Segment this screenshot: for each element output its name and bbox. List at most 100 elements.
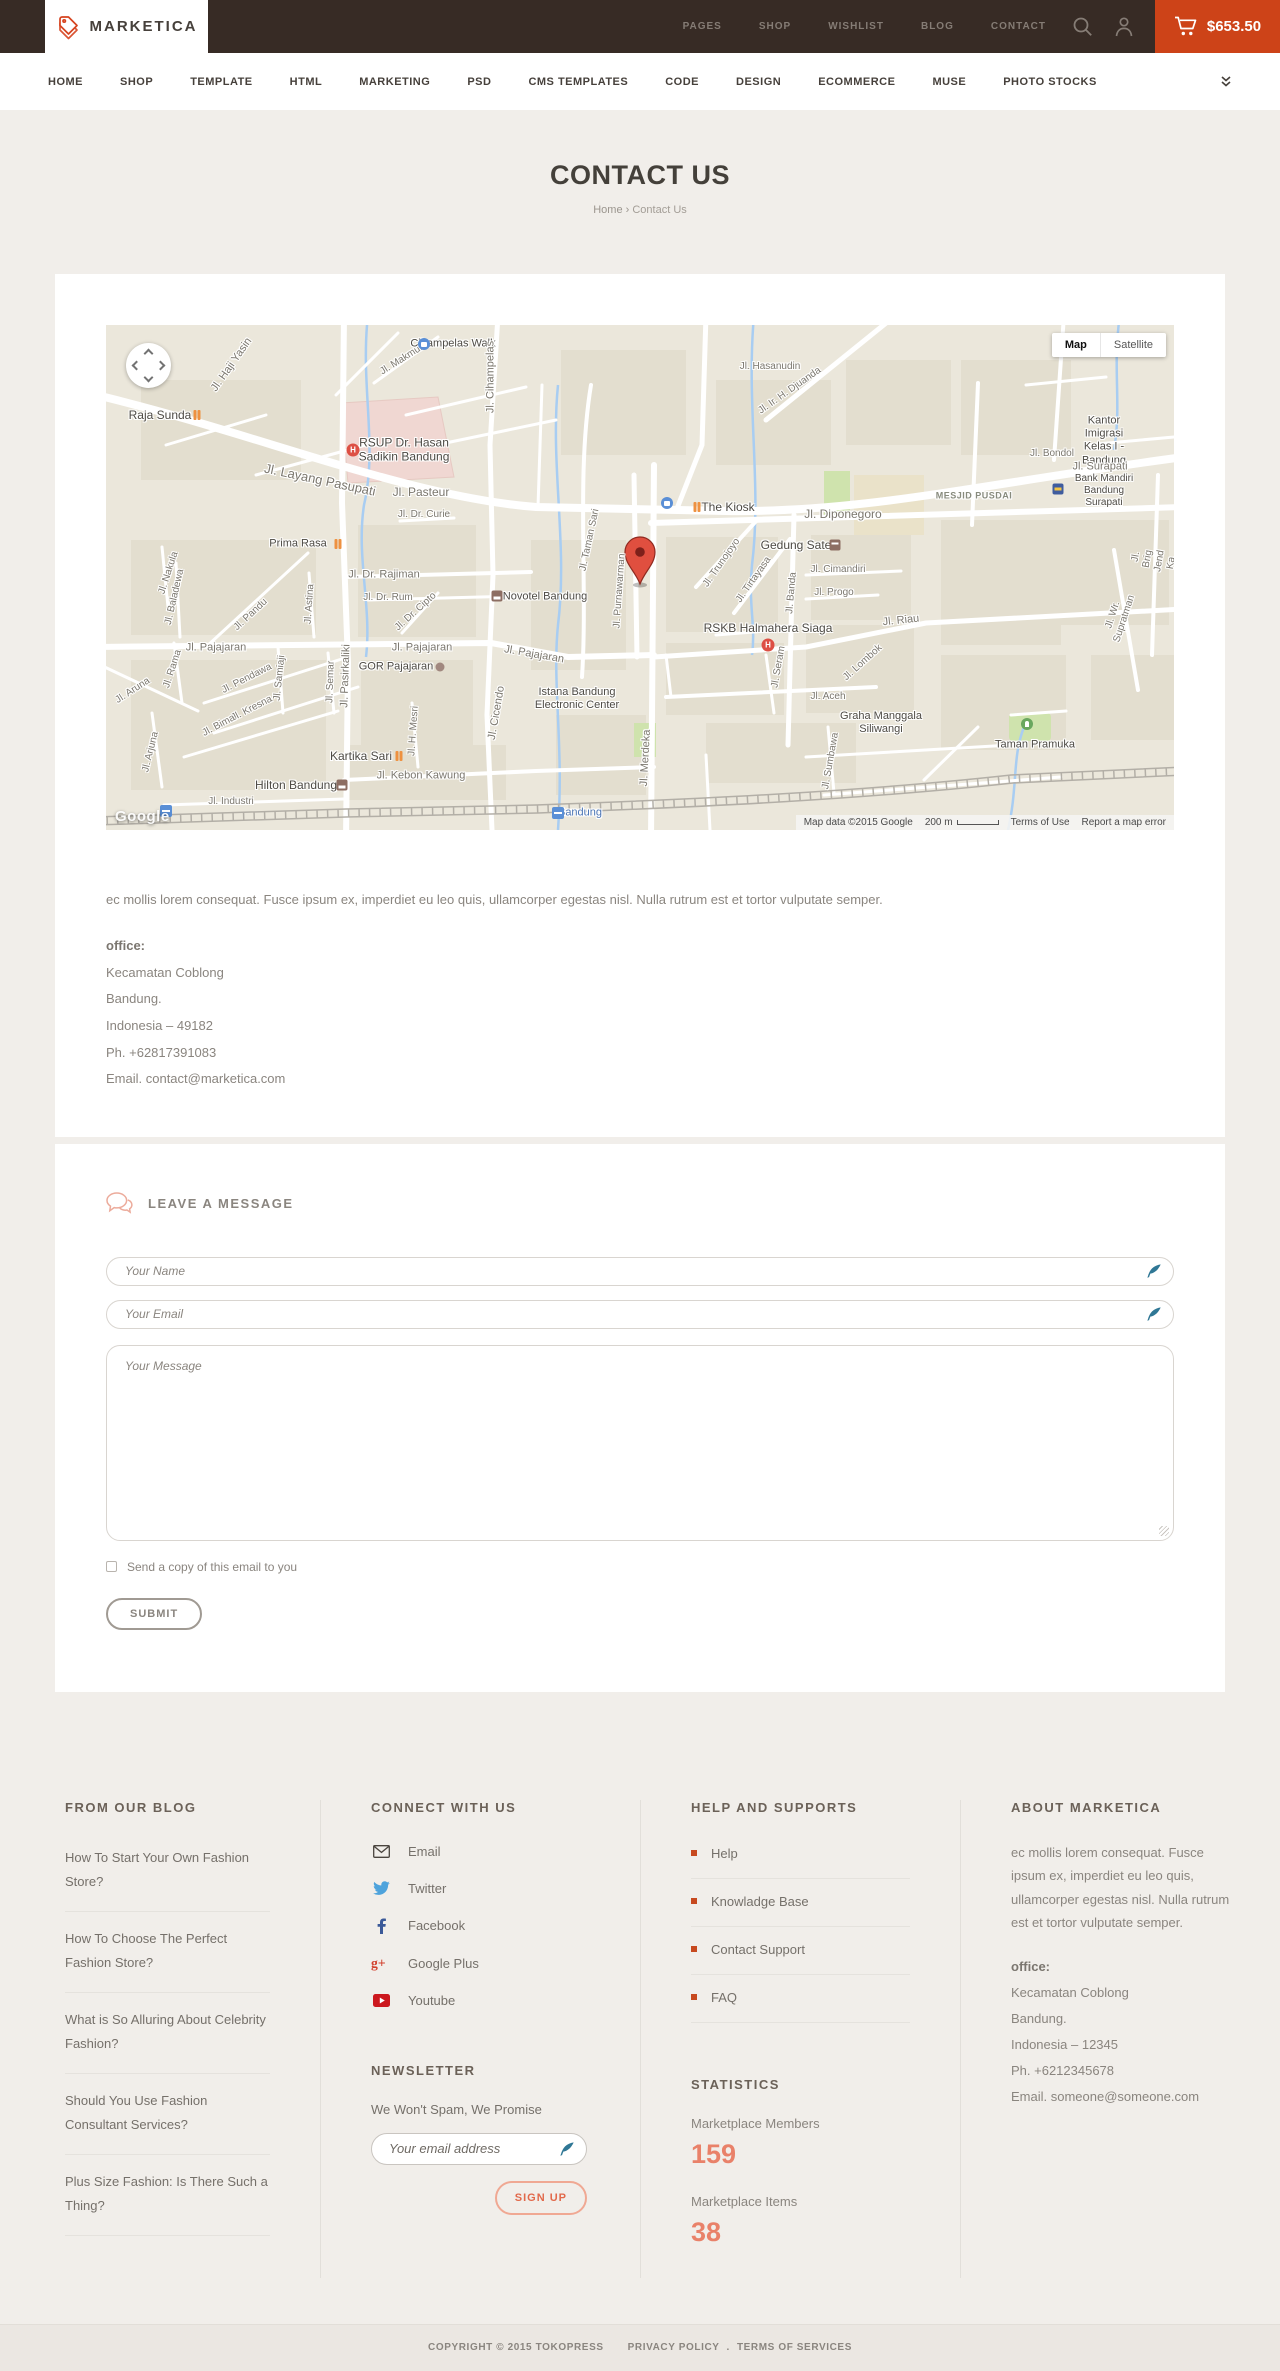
footer: FROM OUR BLOG How To Start Your Own Fash… xyxy=(0,1724,1280,2324)
map-label-gor-pajajaran: GOR Pajajaran xyxy=(358,660,434,673)
blog-link-5[interactable]: Plus Size Fashion: Is There Such a Thing… xyxy=(65,2174,268,2213)
report-map-error-link[interactable]: Report a map error xyxy=(1082,817,1166,828)
topbar-link-shop[interactable]: SHOP xyxy=(759,21,791,32)
pan-up-icon[interactable] xyxy=(143,348,154,359)
map-scale-bar xyxy=(956,820,999,825)
nav-item-muse[interactable]: MUSE xyxy=(932,76,966,88)
submit-button[interactable]: SUBMIT xyxy=(106,1597,203,1630)
send-copy-checkbox[interactable] xyxy=(106,1561,117,1573)
bullet-icon xyxy=(691,1946,697,1953)
account-icon[interactable] xyxy=(1115,0,1133,53)
nav-item-psd[interactable]: PSD xyxy=(467,76,491,88)
form-heading-row: LEAVE A MESSAGE xyxy=(106,1192,1174,1215)
satellite-button[interactable]: Satellite xyxy=(1099,333,1166,357)
social-label: Facebook xyxy=(408,1918,466,1934)
office-line: Ph. +6212345678 xyxy=(1011,2063,1115,2079)
map-label-jl-h-mesri: Jl. H. Mesri xyxy=(406,705,421,757)
map-label-the-kiosk: The Kiosk xyxy=(701,499,755,514)
statistics-heading: STATISTICS xyxy=(691,2076,780,2092)
breadcrumb-home[interactable]: Home xyxy=(593,204,622,216)
map-label-jl-surapati: Jl. Surapati xyxy=(1072,460,1128,473)
newsletter-heading: NEWSLETTER xyxy=(371,2062,476,2078)
blog-list-item: What is So Alluring About Celebrity Fash… xyxy=(65,1993,270,2075)
help-link-knowladge-base[interactable]: Knowladge Base xyxy=(691,1879,910,1927)
nav-item-ecommerce[interactable]: ECOMMERCE xyxy=(818,76,895,88)
restaurant-map-icon xyxy=(193,410,197,420)
logo[interactable]: MARKETICA xyxy=(45,0,208,53)
nav-item-shop[interactable]: SHOP xyxy=(120,76,153,88)
sign-up-button[interactable]: SIGN UP xyxy=(494,2180,587,2215)
map-label-jl-wr-supratman: Jl. Wr. Supratman xyxy=(1103,593,1138,644)
privacy-policy-link[interactable]: PRIVACY POLICY xyxy=(628,2342,720,2353)
social-link-facebook[interactable]: Facebook xyxy=(371,1907,590,1945)
nav-item-design[interactable]: DESIGN xyxy=(736,76,781,88)
nav-item-marketing[interactable]: MARKETING xyxy=(359,76,430,88)
map-label-jl-riau: Jl. Riau xyxy=(882,612,920,629)
pan-left-icon[interactable] xyxy=(131,360,142,371)
footer-about-column: ABOUT MARKETICA ec mollis lorem consequa… xyxy=(960,1799,1280,2278)
social-link-youtube[interactable]: Youtube xyxy=(371,1982,590,2019)
google-map[interactable]: Raja Sunda Jl. Haji Yasin Jl. Makmur Cihamp… xyxy=(106,325,1174,830)
nav-item-home[interactable]: HOME xyxy=(48,76,83,88)
help-link-help[interactable]: Help xyxy=(691,1831,910,1879)
search-icon[interactable] xyxy=(1072,0,1093,53)
nav-expand-chevron-icon[interactable] xyxy=(1220,76,1232,87)
blog-link-3[interactable]: What is So Alluring About Celebrity Fash… xyxy=(65,2012,266,2051)
map-label-istana-bandung-electronic-center: Istana Bandung Electronic Center xyxy=(534,685,620,711)
hotel-map-icon xyxy=(491,590,503,602)
newsletter-email-input[interactable] xyxy=(371,2132,587,2165)
shopping-map-icon xyxy=(661,497,673,509)
map-label-rskb-halmahera-siaga: RSKB Halmahera Siaga xyxy=(703,620,833,635)
nav-item-cms-templates[interactable]: CMS TEMPLATES xyxy=(528,76,628,88)
pan-down-icon[interactable] xyxy=(143,372,154,383)
map-label-jl-dr-curie: Jl. Dr. Curie xyxy=(397,509,451,520)
station-map-icon xyxy=(552,807,564,819)
help-link-faq[interactable]: FAQ xyxy=(691,1975,910,2023)
nav-item-photo-stocks[interactable]: PHOTO STOCKS xyxy=(1003,76,1097,88)
topbar-link-wishlist[interactable]: WISHLIST xyxy=(828,21,884,32)
email-input[interactable] xyxy=(106,1299,1174,1329)
social-link-google-plus[interactable]: g+ Google Plus xyxy=(371,1945,590,1982)
topbar-link-contact[interactable]: CONTACT xyxy=(991,21,1046,32)
resize-handle[interactable] xyxy=(1159,1525,1169,1536)
terms-of-use-link[interactable]: Terms of Use xyxy=(1011,817,1070,828)
topbar: MARKETICA PAGES SHOP WISHLIST BLOG CONTACT $… xyxy=(0,0,1280,53)
map-label-jl-cihampelas: Jl. Cihampelas xyxy=(484,340,497,414)
map-button[interactable]: Map xyxy=(1051,333,1100,357)
cart-icon xyxy=(1174,16,1198,37)
newsletter-text: We Won't Spam, We Promise xyxy=(371,2101,542,2117)
about-heading: ABOUT MARKETICA xyxy=(1011,1799,1162,1815)
hospital-map-icon: H xyxy=(761,638,775,652)
social-link-email[interactable]: Email xyxy=(371,1833,590,1870)
map-label-mesjid-pusdai: MESJID PUSDAI xyxy=(935,490,1013,501)
map-label-jl-astina: Jl. Astina xyxy=(302,583,317,625)
footer-blog-column: FROM OUR BLOG How To Start Your Own Fash… xyxy=(0,1800,320,2278)
terms-of-services-link[interactable]: TERMS OF SERVICES xyxy=(737,2342,852,2353)
cart-button[interactable]: $653.50 xyxy=(1155,0,1280,53)
map-label-jl-dr-rajiman: Jl. Dr. Rajiman xyxy=(348,568,420,581)
blog-link-4[interactable]: Should You Use Fashion Consultant Servic… xyxy=(65,2093,207,2132)
topbar-link-blog[interactable]: BLOG xyxy=(921,21,954,32)
help-link-contact-support[interactable]: Contact Support xyxy=(691,1927,910,1975)
name-input[interactable] xyxy=(106,1256,1174,1286)
govt-map-icon xyxy=(829,539,841,551)
topbar-link-pages[interactable]: PAGES xyxy=(683,21,722,32)
message-textarea[interactable] xyxy=(106,1344,1174,1541)
office-line: Bandung. xyxy=(106,991,162,1007)
blog-link-2[interactable]: How To Choose The Perfect Fashion Store? xyxy=(65,1931,227,1970)
nav-item-template[interactable]: TEMPLATE xyxy=(190,76,252,88)
facebook-icon xyxy=(371,1918,391,1934)
map-pan-control[interactable] xyxy=(126,343,171,388)
nav-item-html[interactable]: HTML xyxy=(290,76,323,88)
blog-list-item: How To Choose The Perfect Fashion Store? xyxy=(65,1912,270,1994)
email-icon xyxy=(371,1844,391,1858)
twitter-icon xyxy=(371,1881,391,1896)
office-line: Email. someone@someone.com xyxy=(1011,2089,1200,2105)
card-divider xyxy=(0,1137,1280,1144)
copyright-text: COPYRIGHT © 2015 TOKOPRESS xyxy=(428,2342,604,2354)
social-link-twitter[interactable]: Twitter xyxy=(371,1870,590,1907)
blog-link-1[interactable]: How To Start Your Own Fashion Store? xyxy=(65,1850,249,1889)
nav-item-code[interactable]: CODE xyxy=(665,76,699,88)
office-line: Indonesia – 49182 xyxy=(106,1017,213,1033)
pan-right-icon[interactable] xyxy=(155,360,166,371)
